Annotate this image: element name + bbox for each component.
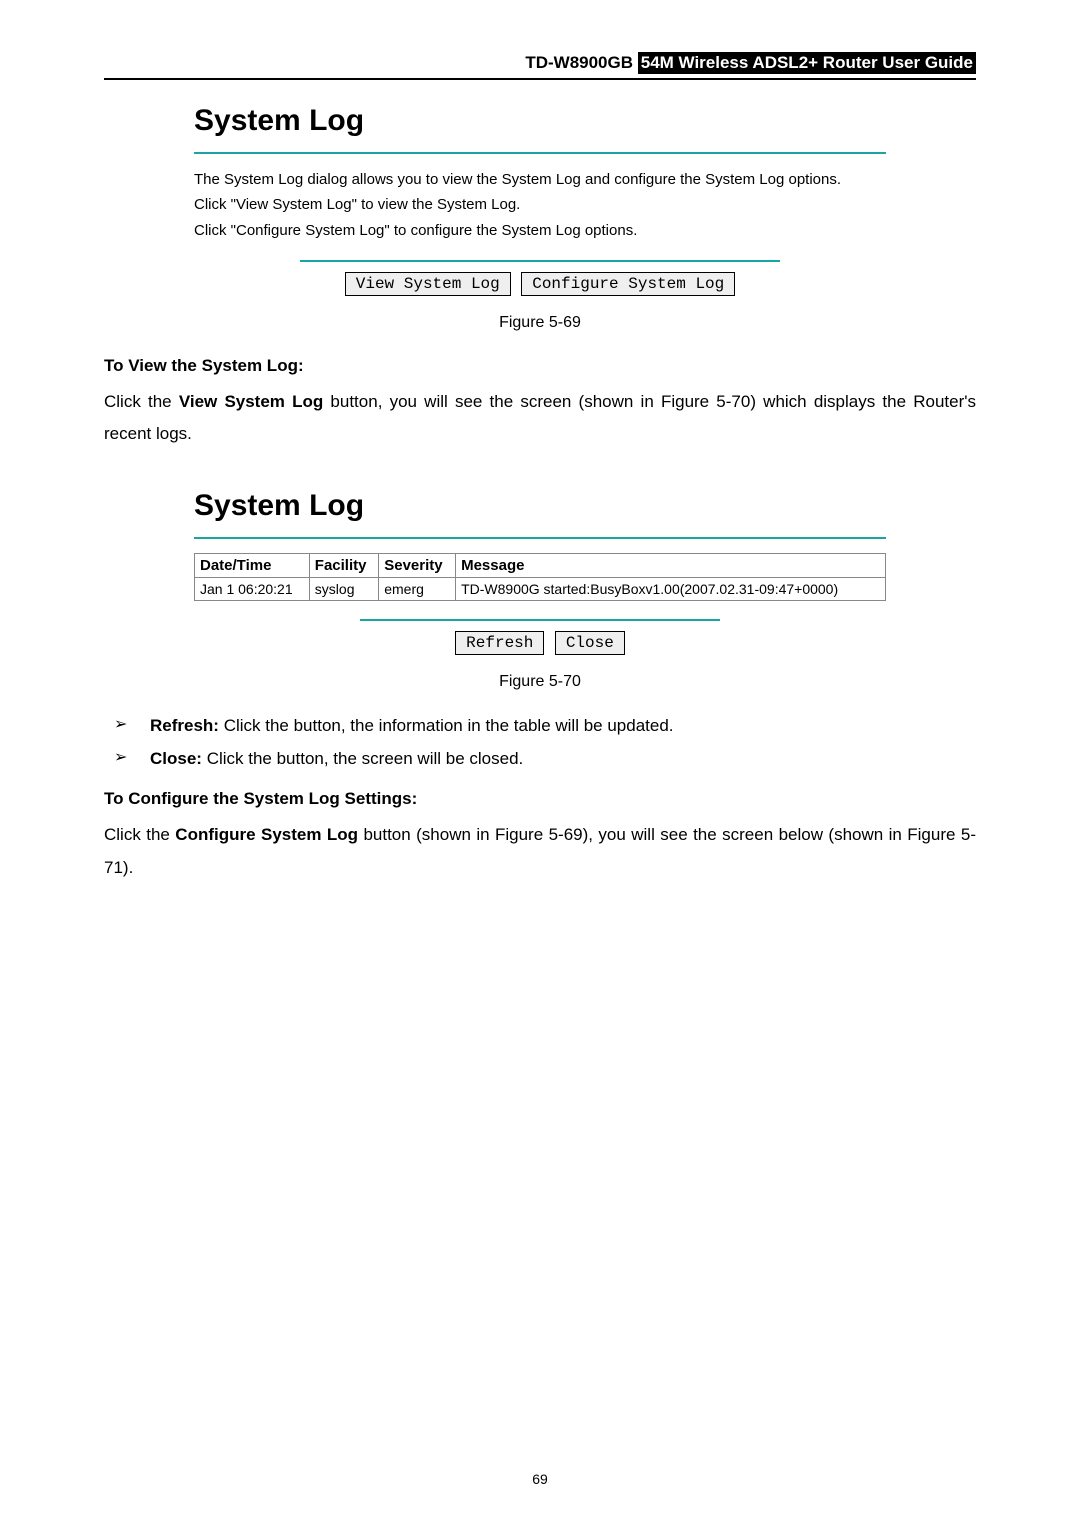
figure-caption-2: Figure 5-70: [104, 673, 976, 691]
col-facility: Facility: [309, 553, 378, 577]
panel1-desc3: Click "Configure System Log" to configur…: [194, 219, 886, 242]
doc-header: TD-W8900GB 54M Wireless ADSL2+ Router Us…: [104, 52, 976, 74]
bullet-refresh-label: Refresh:: [150, 716, 219, 735]
panel1-desc2: Click "View System Log" to view the Syst…: [194, 193, 886, 216]
cell-facility: syslog: [309, 577, 378, 600]
section1-pre: Click the: [104, 392, 179, 411]
col-datetime: Date/Time: [195, 553, 310, 577]
view-system-log-button[interactable]: View System Log: [345, 272, 511, 296]
close-button[interactable]: Close: [555, 631, 625, 655]
bullet-list: Refresh: Click the button, the informati…: [104, 709, 976, 775]
figure-caption-1: Figure 5-69: [104, 314, 976, 332]
bullet-refresh-text: Click the button, the information in the…: [219, 716, 674, 735]
bullet-close: Close: Click the button, the screen will…: [104, 742, 976, 775]
section1-bold: View System Log: [179, 392, 323, 411]
panel2-title: System Log: [194, 489, 886, 523]
section1-body: Click the View System Log button, you wi…: [104, 386, 976, 451]
section2-body: Click the Configure System Log button (s…: [104, 819, 976, 884]
section-heading-view: To View the System Log:: [104, 350, 976, 382]
cell-message: TD-W8900G started:BusyBoxv1.00(2007.02.3…: [456, 577, 886, 600]
bullet-close-text: Click the button, the screen will be clo…: [202, 749, 523, 768]
log-table-row: Jan 1 06:20:21 syslog emerg TD-W8900G st…: [195, 577, 886, 600]
panel1-desc1: The System Log dialog allows you to view…: [194, 168, 886, 191]
bullet-close-label: Close:: [150, 749, 202, 768]
panel1-hr-bottom: [300, 260, 780, 262]
col-severity: Severity: [379, 553, 456, 577]
system-log-viewer-screenshot: System Log Date/Time Facility Severity M…: [174, 489, 906, 655]
col-message: Message: [456, 553, 886, 577]
section-heading-configure: To Configure the System Log Settings:: [104, 783, 976, 815]
cell-severity: emerg: [379, 577, 456, 600]
section2-pre: Click the: [104, 825, 175, 844]
configure-system-log-button[interactable]: Configure System Log: [521, 272, 735, 296]
header-model: TD-W8900GB: [525, 53, 633, 72]
panel2-hr-top: [194, 537, 886, 539]
system-log-dialog-screenshot: System Log The System Log dialog allows …: [174, 104, 906, 296]
log-table-header-row: Date/Time Facility Severity Message: [195, 553, 886, 577]
panel1-hr-top: [194, 152, 886, 154]
header-title: 54M Wireless ADSL2+ Router User Guide: [638, 52, 976, 74]
panel2-hr-bottom: [360, 619, 720, 621]
refresh-button[interactable]: Refresh: [455, 631, 544, 655]
panel1-title: System Log: [194, 104, 886, 138]
cell-datetime: Jan 1 06:20:21: [195, 577, 310, 600]
section2-bold: Configure System Log: [175, 825, 358, 844]
page-number: 69: [0, 1471, 1080, 1487]
header-rule: [104, 78, 976, 80]
log-table: Date/Time Facility Severity Message Jan …: [194, 553, 886, 601]
bullet-refresh: Refresh: Click the button, the informati…: [104, 709, 976, 742]
